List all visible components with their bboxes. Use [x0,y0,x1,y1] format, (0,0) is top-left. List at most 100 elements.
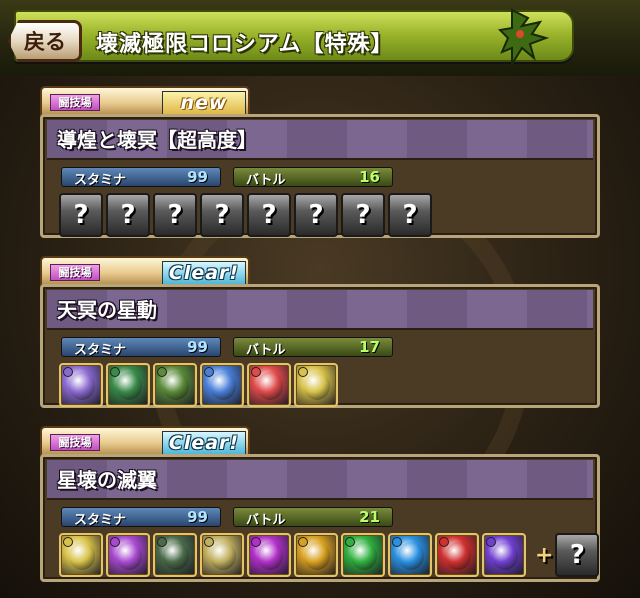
clear-badge: Clear! [162,431,246,455]
monster-portrait[interactable] [106,363,150,407]
monster-portrait[interactable] [435,533,479,577]
attribute-icon [392,537,402,547]
attribute-icon [110,537,120,547]
monster-figure [257,542,283,570]
attribute-icon [63,367,73,377]
dungeon-name: 天冥の星動 [47,290,593,330]
monster-figure [257,372,283,400]
attribute-icon [251,537,261,547]
page-title: 壊滅極限コロシアム【特殊】 [96,32,394,57]
battle-value: 21 [359,508,380,526]
monster-figure [163,542,189,570]
arena-label: 闘技場 [50,94,100,111]
monster-figure [210,542,236,570]
attribute-icon [110,367,120,377]
stamina-label: スタミナ [74,343,127,358]
dungeon-panel: 導煌と壊冥【超高度】 スタミナ 99 バトル 16 ? ? ? ? ? ? ? … [40,114,600,238]
dungeon-name: 星壊の滅翼 [47,460,593,500]
dungeon-tag: 闘技場 new [40,86,250,116]
battle-box: バトル 21 [233,507,393,528]
dungeon-panel: 星壊の滅翼 スタミナ 99 バトル 21 +? [40,454,600,582]
back-button[interactable]: 戻る [8,20,82,62]
header: 戻る 壊滅極限コロシアム【特殊】 [0,0,640,76]
attribute-icon [157,537,167,547]
dungeon-tag: 闘技場 Clear! [40,426,250,456]
unknown-monster-slot[interactable]: ? [153,193,197,237]
battle-label: バトル [246,513,286,528]
battle-label: バトル [246,173,286,188]
monster-row: ? ? ? ? ? ? ? ? [59,193,432,237]
monster-figure [398,542,424,570]
battle-box: バトル 16 [233,167,393,188]
monster-portrait[interactable] [59,363,103,407]
unknown-monster-slot[interactable]: ? [341,193,385,237]
monster-figure [492,542,518,570]
plus-icon: + [535,542,554,568]
dungeon-entry-2[interactable]: 闘技場 Clear! 天冥の星動 スタミナ 99 バトル 17 [40,256,600,408]
dungeon-tag: 闘技場 Clear! [40,256,250,286]
monster-figure [210,372,236,400]
dragon-icon [498,8,550,68]
unknown-monster-slot[interactable]: ? [555,533,600,577]
attribute-icon [157,367,167,377]
more-monsters[interactable]: +? [529,533,600,577]
attribute-icon [345,537,355,547]
monster-portrait[interactable] [59,533,103,577]
arena-label: 闘技場 [50,264,100,281]
monster-portrait[interactable] [388,533,432,577]
stamina-box: スタミナ 99 [61,167,221,188]
monster-portrait[interactable] [482,533,526,577]
attribute-icon [486,537,496,547]
stamina-value: 99 [187,338,208,356]
battle-label: バトル [246,343,286,358]
monster-figure [69,372,95,400]
monster-figure [351,542,377,570]
stamina-label: スタミナ [74,513,127,528]
battle-box: バトル 17 [233,337,393,358]
monster-portrait[interactable] [294,363,338,407]
attribute-icon [204,367,214,377]
monster-portrait[interactable] [200,363,244,407]
dungeon-panel: 天冥の星動 スタミナ 99 バトル 17 [40,284,600,408]
monster-row: +? [59,533,600,577]
stamina-value: 99 [187,508,208,526]
stamina-value: 99 [187,168,208,186]
monster-figure [69,542,95,570]
unknown-monster-slot[interactable]: ? [388,193,432,237]
clear-badge: Clear! [162,261,246,285]
battle-value: 16 [359,168,380,186]
unknown-monster-slot[interactable]: ? [294,193,338,237]
monster-portrait[interactable] [247,533,291,577]
unknown-monster-slot[interactable]: ? [106,193,150,237]
monster-figure [445,542,471,570]
stamina-box: スタミナ 99 [61,507,221,528]
unknown-monster-slot[interactable]: ? [200,193,244,237]
monster-portrait[interactable] [200,533,244,577]
monster-portrait[interactable] [153,533,197,577]
attribute-icon [63,537,73,547]
monster-figure [116,372,142,400]
monster-figure [163,372,189,400]
unknown-monster-slot[interactable]: ? [247,193,291,237]
attribute-icon [251,367,261,377]
monster-portrait[interactable] [106,533,150,577]
attribute-icon [298,537,308,547]
dungeon-entry-1[interactable]: 闘技場 new 導煌と壊冥【超高度】 スタミナ 99 バトル 16 ? ? ? … [40,86,600,238]
monster-row [59,363,338,407]
monster-portrait[interactable] [153,363,197,407]
monster-figure [304,372,330,400]
arena-label: 闘技場 [50,434,100,451]
monster-portrait[interactable] [294,533,338,577]
attribute-icon [298,367,308,377]
dungeon-name: 導煌と壊冥【超高度】 [47,120,593,160]
dungeon-entry-3[interactable]: 闘技場 Clear! 星壊の滅翼 スタミナ 99 バトル 21 +? [40,426,600,586]
unknown-monster-slot[interactable]: ? [59,193,103,237]
attribute-icon [204,537,214,547]
stamina-box: スタミナ 99 [61,337,221,358]
monster-portrait[interactable] [247,363,291,407]
monster-figure [116,542,142,570]
attribute-icon [439,537,449,547]
monster-portrait[interactable] [341,533,385,577]
battle-value: 17 [359,338,380,356]
stamina-label: スタミナ [74,173,127,188]
